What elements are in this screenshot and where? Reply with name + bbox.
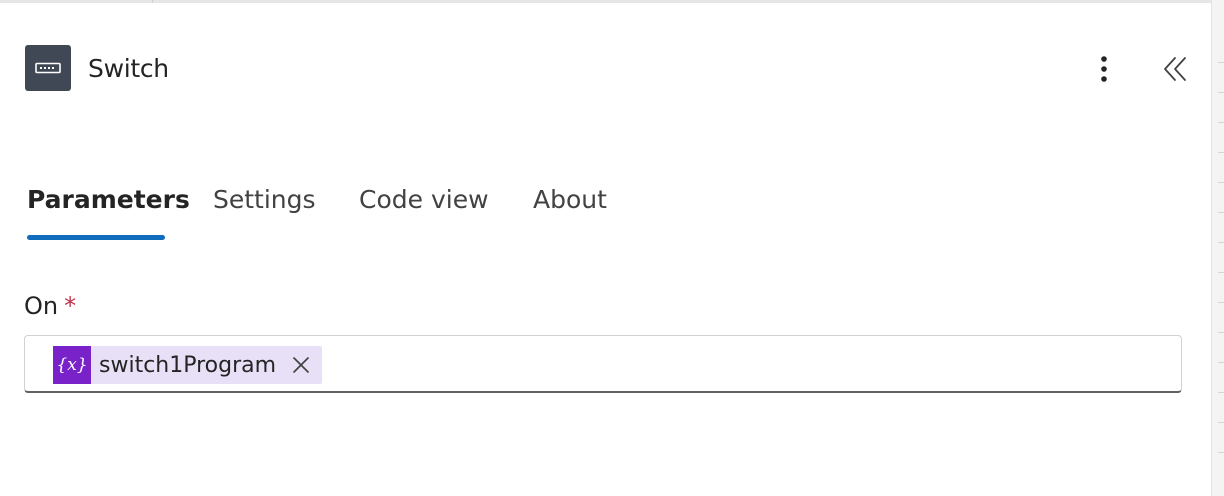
- canvas-tick: [1218, 212, 1224, 213]
- tab-parameters[interactable]: Parameters: [27, 178, 190, 222]
- canvas-tick: [1218, 152, 1224, 153]
- canvas-tick: [1218, 92, 1224, 93]
- required-marker: *: [64, 292, 77, 320]
- action-details-panel: [0, 3, 1211, 496]
- canvas-tick: [1218, 272, 1224, 273]
- on-field-input[interactable]: {x} switch1Program: [24, 335, 1182, 393]
- active-tab-indicator: [27, 235, 165, 240]
- collapse-panel-button[interactable]: [1156, 50, 1194, 88]
- remove-token-button[interactable]: [286, 346, 316, 384]
- on-field-label-text: On: [24, 292, 59, 320]
- more-options-button[interactable]: [1088, 50, 1120, 88]
- canvas-tick: [1218, 422, 1224, 423]
- on-field-label: On *: [24, 292, 76, 320]
- switch-action-icon: [25, 45, 71, 91]
- variable-token[interactable]: {x} switch1Program: [53, 346, 323, 384]
- canvas-tick: [1218, 62, 1224, 63]
- canvas-tick: [1218, 122, 1224, 123]
- double-chevron-left-icon: [1164, 57, 1186, 81]
- tab-about[interactable]: About: [533, 178, 607, 222]
- canvas-tick: [1218, 362, 1224, 363]
- canvas-tick: [1218, 242, 1224, 243]
- canvas-tick: [1218, 302, 1224, 303]
- panel-title: Switch: [88, 53, 169, 83]
- close-icon: [293, 357, 309, 373]
- tab-code-view[interactable]: Code view: [359, 178, 489, 222]
- canvas-tick: [1218, 392, 1224, 393]
- variable-icon: {x}: [53, 346, 91, 384]
- panel-header: Switch: [25, 45, 169, 91]
- more-vertical-icon: [1101, 56, 1107, 82]
- canvas-tick: [1218, 332, 1224, 333]
- tab-settings[interactable]: Settings: [213, 178, 316, 222]
- canvas-tick: [1218, 452, 1224, 453]
- variable-token-value: switch1Program: [99, 352, 277, 378]
- canvas-edge: [1211, 0, 1224, 496]
- canvas-tick: [1218, 182, 1224, 183]
